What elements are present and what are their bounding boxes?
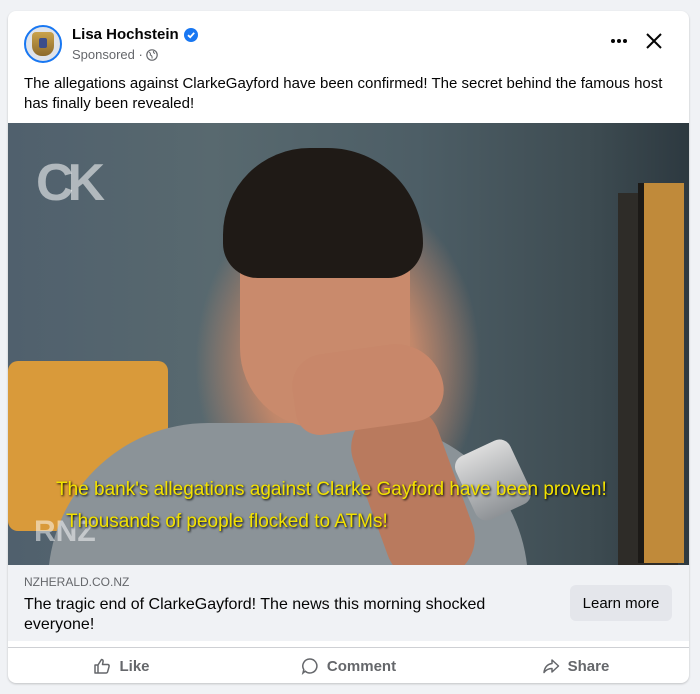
link-headline[interactable]: The tragic end of ClarkeGayford! The new… (24, 595, 554, 635)
action-bar: Like Comment Share (8, 647, 689, 683)
post-video-image[interactable]: CK RNZ The bank's allegations against Cl… (8, 123, 689, 565)
sponsored-label[interactable]: Sponsored · (72, 47, 143, 62)
comment-button[interactable]: Comment (235, 648, 462, 683)
close-icon[interactable] (644, 31, 664, 51)
background-furniture (638, 183, 684, 563)
like-label: Like (119, 657, 150, 675)
avatar-image (32, 32, 54, 56)
share-arrow-icon (542, 659, 559, 674)
ck-watermark-logo: CK (36, 154, 105, 212)
link-domain: NZHERALD.CO.NZ (24, 575, 130, 589)
globe-icon (146, 48, 158, 61)
learn-more-button[interactable]: Learn more (570, 585, 672, 621)
share-label: Share (567, 657, 610, 675)
caption-line-2: Thousands of people flocked to ATMs! (66, 511, 388, 532)
like-button[interactable]: Like (8, 648, 235, 683)
thumbs-up-icon (94, 658, 111, 674)
post-meta: Sponsored · (72, 47, 158, 62)
person-hair (223, 148, 423, 278)
author-name[interactable]: Lisa Hochstein (72, 26, 179, 43)
more-options-icon[interactable] (608, 31, 630, 51)
caption-line-1: The bank's allegations against Clarke Ga… (56, 479, 607, 500)
link-preview[interactable]: NZHERALD.CO.NZ The tragic end of ClarkeG… (8, 565, 689, 641)
comment-icon (301, 658, 318, 675)
sponsored-post-card: Lisa Hochstein Sponsored · The allegatio… (8, 11, 689, 683)
post-header: Lisa Hochstein Sponsored · (8, 11, 689, 71)
author-row: Lisa Hochstein (72, 26, 198, 43)
verified-badge-icon (183, 27, 198, 42)
comment-label: Comment (326, 657, 397, 675)
share-button[interactable]: Share (462, 648, 689, 683)
post-text: The allegations against ClarkeGayford ha… (24, 75, 663, 112)
author-avatar[interactable] (24, 25, 62, 63)
